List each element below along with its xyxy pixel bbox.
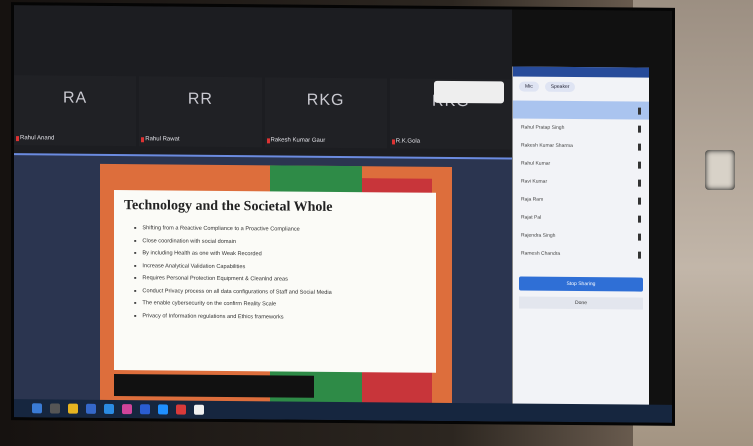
- search-icon[interactable]: [50, 403, 60, 414]
- mic-icon[interactable]: [638, 107, 641, 115]
- tab-mic[interactable]: Mic: [519, 81, 539, 92]
- folder-icon[interactable]: [68, 403, 78, 414]
- app-icon[interactable]: [176, 404, 186, 415]
- mic-icon[interactable]: [638, 125, 641, 133]
- mic-icon[interactable]: [638, 179, 641, 187]
- list-item[interactable]: [513, 100, 649, 120]
- participant-initials: RR: [187, 90, 213, 108]
- participants-panel: Mic Speaker Rahul Pratap Singh Rakesh Ku…: [512, 66, 649, 408]
- slide-bullet: Privacy of Information regulations and E…: [134, 310, 426, 325]
- laptop-screen: RA Rahul Anand RR Rahul Rawat RKG Rakesh…: [14, 5, 672, 423]
- participant-initials: RA: [63, 89, 88, 107]
- panel-checkbox[interactable]: [513, 312, 649, 325]
- list-item[interactable]: Rakesh Kumar Sharma: [513, 136, 649, 155]
- app-icon[interactable]: [104, 403, 114, 415]
- participant-name: Rahul Rawat: [145, 136, 180, 143]
- list-item[interactable]: Ramesh Chandra: [513, 244, 649, 263]
- stop-sharing-button[interactable]: Stop Sharing: [519, 276, 643, 292]
- list-item[interactable]: Ravi Kumar: [513, 172, 649, 191]
- list-item[interactable]: Raja Ram: [513, 190, 649, 209]
- app-icon[interactable]: [86, 403, 96, 414]
- slide-caption-box: [114, 374, 314, 398]
- list-item[interactable]: Rajat Pal: [513, 208, 649, 227]
- notification-popup[interactable]: [434, 80, 504, 104]
- mic-icon[interactable]: [638, 143, 641, 151]
- list-item-label: Rajat Pal: [521, 214, 542, 221]
- app-icon[interactable]: [158, 404, 168, 415]
- list-item-label: Ramesh Chandra: [521, 250, 561, 257]
- panel-participant-list: Rahul Pratap Singh Rakesh Kumar Sharma R…: [513, 100, 649, 263]
- participant-tile[interactable]: RA Rahul Anand: [14, 75, 137, 147]
- mic-icon[interactable]: [638, 197, 641, 205]
- list-item-label: Raja Ram: [521, 196, 544, 203]
- mic-icon[interactable]: [638, 251, 641, 259]
- muted-mic-icon: [391, 139, 395, 145]
- panel-tabs: Mic Speaker: [513, 76, 649, 97]
- list-item-label: Ravi Kumar: [521, 178, 548, 185]
- list-item-label: Rakesh Kumar Sharma: [521, 142, 573, 150]
- mic-icon[interactable]: [638, 161, 641, 169]
- done-button[interactable]: Done: [519, 296, 643, 310]
- presentation-slide: Technology and the Societal Whole Shifti…: [100, 163, 452, 411]
- tab-speaker[interactable]: Speaker: [544, 81, 576, 93]
- mic-icon[interactable]: [638, 233, 641, 241]
- participant-name: Rakesh Kumar Gaur: [270, 137, 326, 144]
- device-selector[interactable]: [513, 262, 649, 271]
- participant-name: R.K.Gola: [395, 138, 421, 145]
- slide-title: Technology and the Societal Whole: [124, 198, 333, 215]
- slide-content-card: Technology and the Societal Whole Shifti…: [114, 190, 436, 373]
- list-item[interactable]: Rahul Pratap Singh: [513, 118, 649, 137]
- list-item-label: Rahul Kumar: [521, 160, 551, 167]
- photo-background: RA Rahul Anand RR Rahul Rawat RKG Rakesh…: [0, 0, 753, 446]
- participant-tile[interactable]: RR Rahul Rawat: [139, 76, 262, 148]
- list-item-label: Rahul Pratap Singh: [521, 124, 565, 131]
- participant-name: Rahul Anand: [20, 135, 55, 142]
- wall-socket: [705, 150, 735, 190]
- slide-bullet-list: Shifting from a Reactive Compliance to a…: [124, 222, 426, 325]
- mic-icon[interactable]: [638, 215, 641, 223]
- app-icon[interactable]: [194, 404, 204, 415]
- list-item-label: Rajendra Singh: [521, 232, 556, 239]
- muted-mic-icon: [141, 137, 145, 143]
- participant-tile[interactable]: RKG Rakesh Kumar Gaur: [264, 77, 387, 149]
- muted-mic-icon: [16, 136, 19, 142]
- start-icon[interactable]: [32, 403, 42, 414]
- list-item[interactable]: Rahul Kumar: [513, 154, 649, 173]
- app-icon[interactable]: [122, 404, 132, 415]
- app-icon[interactable]: [140, 404, 150, 415]
- muted-mic-icon: [266, 138, 270, 144]
- list-item[interactable]: Rajendra Singh: [513, 226, 649, 245]
- participant-initials: RKG: [306, 91, 345, 110]
